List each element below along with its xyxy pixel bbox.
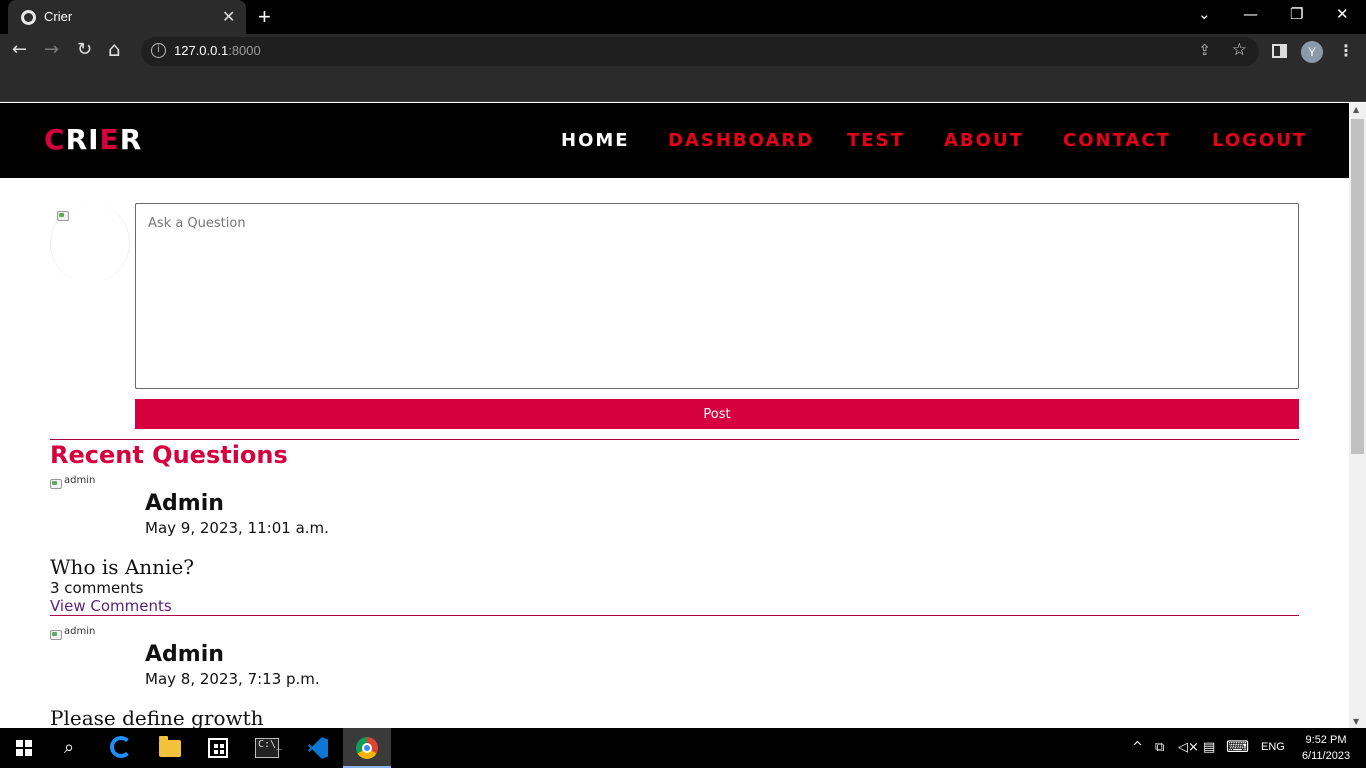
bookmark-bar <box>0 70 1366 102</box>
broken-image-icon <box>50 626 62 640</box>
file-explorer-icon <box>159 736 181 757</box>
site-logo[interactable]: CRIER <box>44 123 142 156</box>
question-text: Who is Annie? <box>50 555 195 579</box>
globe-favicon-icon <box>21 10 36 25</box>
chrome-icon <box>356 737 378 759</box>
site-navbar: CRIER HOME DASHBOARD TEST ABOUT CONTACT … <box>0 103 1349 178</box>
url-text[interactable]: 127.0.0.1:8000 <box>174 43 261 58</box>
taskbar-file-explorer[interactable] <box>146 728 194 768</box>
profile-avatar[interactable]: Y <box>1301 41 1323 63</box>
question-date: May 8, 2023, 7:13 p.m. <box>145 670 320 688</box>
taskbar-edge[interactable] <box>98 728 146 768</box>
comment-count: 3 comments <box>50 579 144 597</box>
browser-toolbar: ← → ↻ ⌂ i 127.0.0.1:8000 ⇪ ☆ Y ⋮ <box>0 34 1366 70</box>
taskbar-vscode[interactable] <box>294 728 342 768</box>
nav-test[interactable]: TEST <box>847 130 905 151</box>
clock[interactable]: 9:52 PM 6/11/2023 <box>1296 732 1356 764</box>
broken-image-icon <box>50 475 62 489</box>
edge-icon <box>110 736 132 758</box>
tab-close-icon[interactable]: ✕ <box>222 7 235 26</box>
new-tab-button[interactable]: + <box>258 4 271 30</box>
recent-questions-title: Recent Questions <box>50 441 288 469</box>
logo-letter-e: E <box>99 123 120 156</box>
post-button[interactable]: Post <box>135 399 1299 429</box>
notification-icon[interactable]: ▤ <box>1203 740 1215 755</box>
question-author-avatar: admin <box>50 626 98 640</box>
terminal-icon: C:\_ <box>255 738 282 758</box>
scroll-down-arrow-icon[interactable]: ▼ <box>1353 717 1359 726</box>
taskbar-store[interactable] <box>194 728 242 768</box>
search-icon[interactable]: ⌕ <box>64 737 74 758</box>
vscode-icon <box>308 737 328 759</box>
url-host: 127.0.0.1 <box>174 43 229 58</box>
nav-about[interactable]: ABOUT <box>944 130 1024 151</box>
nav-contact[interactable]: CONTACT <box>1063 130 1171 151</box>
back-button[interactable]: ← <box>12 39 27 60</box>
browser-tab[interactable]: Crier ✕ <box>8 0 246 34</box>
taskbar-chrome[interactable] <box>343 728 391 768</box>
volume-muted-icon[interactable]: ◁× <box>1178 740 1199 755</box>
clock-date: 6/11/2023 <box>1301 750 1351 762</box>
scroll-up-arrow-icon[interactable]: ▲ <box>1353 105 1359 114</box>
question-card: admin Admin May 9, 2023, 11:01 a.m. Who … <box>50 475 1299 625</box>
tab-search-icon[interactable]: ⌄ <box>1198 5 1211 23</box>
minimize-button[interactable]: — <box>1243 5 1258 23</box>
ask-question-input[interactable] <box>135 203 1299 389</box>
tab-title: Crier <box>44 9 73 24</box>
forward-button[interactable]: → <box>44 39 59 60</box>
clock-time: 9:52 PM <box>1305 734 1347 746</box>
address-bar[interactable]: i 127.0.0.1:8000 ⇪ ☆ <box>141 37 1259 66</box>
user-avatar <box>50 203 130 283</box>
home-button[interactable]: ⌂ <box>108 37 121 61</box>
question-divider <box>50 615 1299 616</box>
page-scrollbar[interactable]: ▲ ▼ <box>1349 103 1366 728</box>
logo-letter-r: R <box>119 123 143 156</box>
store-icon <box>208 738 228 758</box>
url-port: :8000 <box>228 43 261 58</box>
avatar-alt-text: admin <box>64 626 96 637</box>
question-date: May 9, 2023, 11:01 a.m. <box>145 519 329 537</box>
keyboard-icon[interactable]: ⌨ <box>1226 737 1249 756</box>
tray-overflow-chevron-icon[interactable]: ^ <box>1132 740 1143 755</box>
section-divider <box>50 439 1299 440</box>
nav-home[interactable]: HOME <box>561 130 630 151</box>
question-card: admin Admin May 8, 2023, 7:13 p.m. Pleas… <box>50 626 1299 728</box>
language-indicator[interactable]: ENG <box>1261 741 1285 753</box>
windows-start-icon <box>16 740 32 756</box>
page-viewport: CRIER HOME DASHBOARD TEST ABOUT CONTACT … <box>0 103 1349 728</box>
reload-button[interactable]: ↻ <box>77 39 92 60</box>
start-button[interactable] <box>0 728 48 768</box>
nav-dashboard[interactable]: DASHBOARD <box>668 130 814 151</box>
window-close-button[interactable]: ✕ <box>1336 5 1349 23</box>
share-icon[interactable]: ⇪ <box>1198 41 1211 59</box>
bookmark-star-icon[interactable]: ☆ <box>1232 40 1247 60</box>
windows-taskbar: ⌕ C:\_ ^ ⧉ ◁× ▤ ⌨ ENG 9:52 PM 6/11/2023 <box>0 728 1366 768</box>
question-author-avatar: admin <box>50 475 98 489</box>
network-icon[interactable]: ⧉ <box>1155 740 1164 755</box>
avatar-alt-text: admin <box>64 475 96 486</box>
side-panel-icon[interactable] <box>1272 44 1287 58</box>
broken-image-icon <box>57 207 69 221</box>
restore-button[interactable]: ❐ <box>1290 5 1303 23</box>
question-author: Admin <box>145 491 224 516</box>
taskbar-terminal[interactable]: C:\_ <box>243 728 291 768</box>
question-text: Please define growth <box>50 706 264 728</box>
nav-logout[interactable]: LOGOUT <box>1212 130 1307 151</box>
view-comments-link[interactable]: View Comments <box>50 597 172 615</box>
browser-menu-icon[interactable]: ⋮ <box>1338 41 1354 60</box>
logo-letter-c: C <box>44 123 66 156</box>
question-author: Admin <box>145 642 224 667</box>
logo-letters-ri: RI <box>65 123 100 156</box>
scrollbar-thumb[interactable] <box>1351 119 1364 454</box>
browser-tab-strip: Crier ✕ + ⌄ — ❐ ✕ <box>0 0 1366 34</box>
site-info-icon[interactable]: i <box>151 43 166 58</box>
